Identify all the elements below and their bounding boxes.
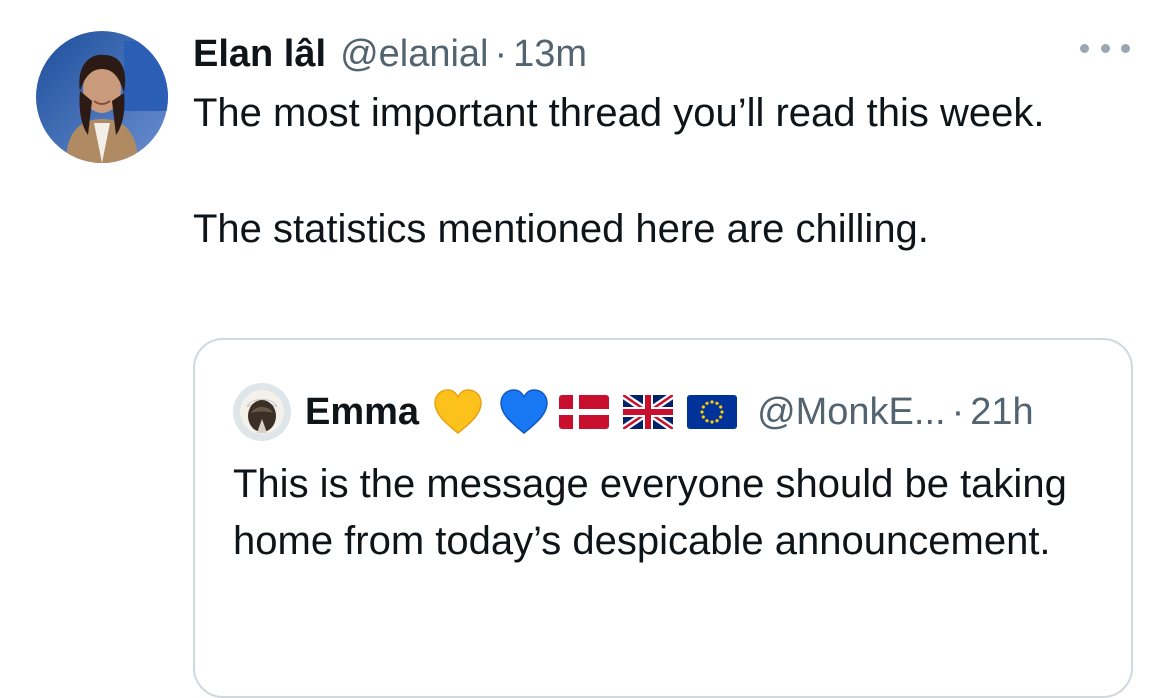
- tweet-text-line: The statistics mentioned here are chilli…: [193, 207, 929, 251]
- separator-dot: ·: [951, 390, 965, 433]
- tweet[interactable]: Elan lâl @elanial · 13m The most importa…: [0, 0, 1170, 698]
- denmark-flag-icon: [559, 395, 610, 429]
- yellow-heart-icon: [434, 389, 482, 434]
- quoted-author-avatar: [233, 383, 291, 441]
- tweet-timestamp[interactable]: 13m: [513, 33, 587, 76]
- quoted-author-handle: @MonkE...: [757, 390, 946, 433]
- united-kingdom-flag-icon: [623, 395, 674, 429]
- tweet-text-line: The most important thread you’ll read th…: [193, 91, 1045, 135]
- more-options-button[interactable]: [1080, 36, 1130, 60]
- author-name[interactable]: Elan lâl: [193, 33, 326, 76]
- author-handle[interactable]: @elanial: [340, 33, 488, 76]
- quoted-author-name: Emma: [305, 390, 420, 433]
- quoted-tweet-header: Emma @MonkE... · 21h: [233, 382, 1034, 442]
- quoted-tweet[interactable]: Emma @MonkE... · 21h This is the message…: [193, 338, 1133, 698]
- tweet-text: The most important thread you’ll read th…: [193, 84, 1113, 258]
- blue-heart-icon: [500, 389, 548, 434]
- author-avatar[interactable]: [36, 31, 168, 163]
- quoted-tweet-text: This is the message everyone should be t…: [233, 462, 1067, 563]
- european-union-flag-icon: [687, 395, 738, 429]
- separator-dot: ·: [494, 32, 508, 75]
- tweet-header: Elan lâl @elanial · 13m: [193, 26, 587, 82]
- more-horizontal-icon: [1080, 43, 1089, 53]
- quoted-tweet-timestamp: 21h: [970, 390, 1034, 433]
